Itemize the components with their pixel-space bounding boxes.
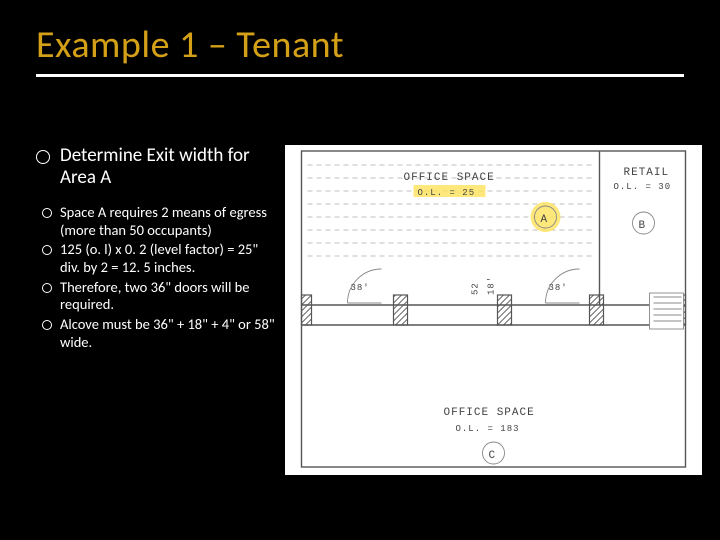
plan-door-width-left: 38' bbox=[351, 283, 370, 293]
bullet-open-icon bbox=[42, 208, 52, 218]
bullet-open-icon bbox=[42, 320, 52, 330]
bullet-open-icon bbox=[36, 150, 50, 164]
plan-ol-retail: O.L. = 30 bbox=[614, 182, 672, 192]
bullet-sub: Space A requires 2 means of egress (more… bbox=[42, 204, 277, 239]
bullet-sub: Alcove must be 36" + 18" + 4" or 58" wid… bbox=[42, 316, 277, 351]
bullet-sub-text: 125 (o. l) x 0. 2 (level factor) = 25" d… bbox=[60, 241, 277, 276]
bullet-list: Determine Exit width for Area A Space A … bbox=[0, 145, 285, 540]
plan-label-retail: RETAIL bbox=[624, 167, 670, 179]
plan-marker-a: A bbox=[541, 214, 549, 226]
bullet-sub: 125 (o. l) x 0. 2 (level factor) = 25" d… bbox=[42, 241, 277, 276]
bullet-sub-text: Alcove must be 36" + 18" + 4" or 58" wid… bbox=[60, 316, 277, 351]
floor-plan-diagram: OFFICE SPACE O.L. = 25 RETAIL O.L. = 30 … bbox=[285, 145, 702, 475]
plan-label-office-a: OFFICE SPACE bbox=[404, 172, 495, 184]
plan-label-office-c: OFFICE SPACE bbox=[444, 407, 535, 419]
plan-ol-office-a: O.L. = 25 bbox=[418, 188, 476, 198]
bullet-sub: Therefore, two 36" doors will be require… bbox=[42, 279, 277, 314]
slide-title: Example 1 – Tenant bbox=[36, 22, 684, 68]
bullet-open-icon bbox=[42, 283, 52, 293]
bullet-open-icon bbox=[42, 245, 52, 255]
plan-dim-1: 52 bbox=[471, 282, 481, 295]
title-underline bbox=[36, 74, 684, 77]
bullet-lead-text: Determine Exit width for Area A bbox=[60, 145, 277, 190]
plan-marker-b: B bbox=[639, 220, 647, 232]
bullet-lead: Determine Exit width for Area A bbox=[36, 145, 277, 190]
bullet-sub-text: Therefore, two 36" doors will be require… bbox=[60, 279, 277, 314]
plan-door-width-right: 38' bbox=[549, 283, 568, 293]
plan-dim-2: 18' bbox=[487, 276, 497, 295]
plan-ol-office-c: O.L. = 183 bbox=[456, 424, 520, 434]
plan-marker-c: C bbox=[489, 450, 497, 462]
bullet-sub-text: Space A requires 2 means of egress (more… bbox=[60, 204, 277, 239]
